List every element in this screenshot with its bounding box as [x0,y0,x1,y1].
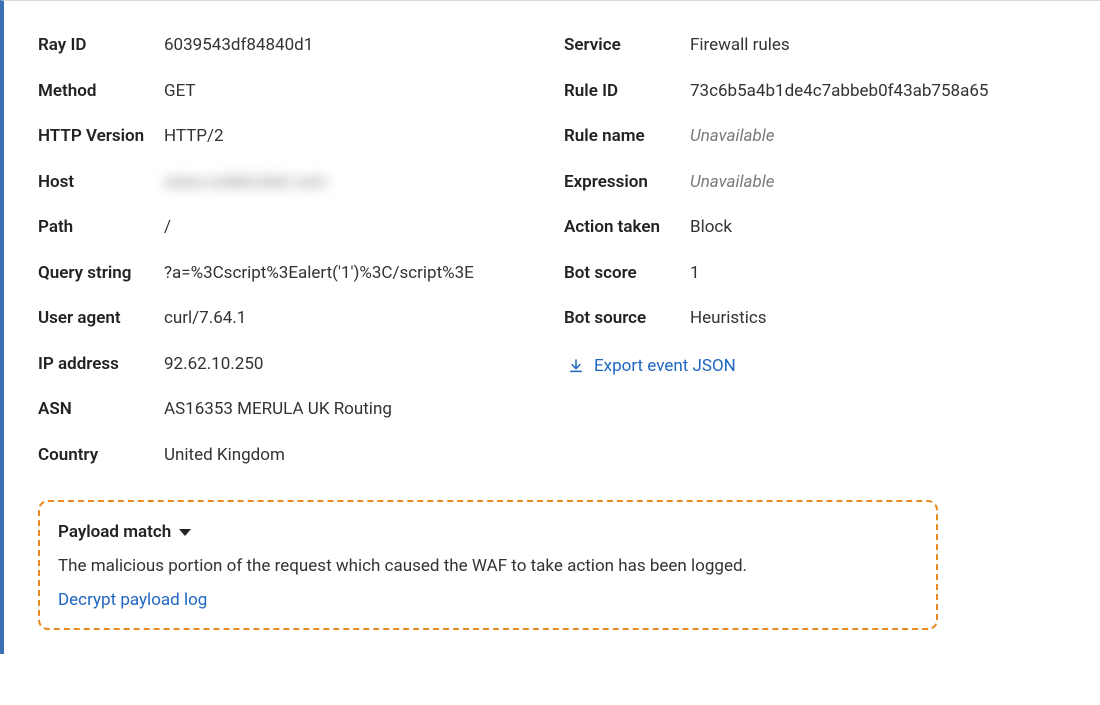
row-rule-id: Rule ID 73c6b5a4b1de4c7abbeb0f43ab758a65 [564,69,1066,115]
label-country: Country [38,443,164,469]
row-path: Path / [38,205,540,251]
value-user-agent: curl/7.64.1 [164,306,540,332]
row-query-string: Query string ?a=%3Cscript%3Ealert('1')%3… [38,251,540,297]
label-action-taken: Action taken [564,215,690,241]
label-host: Host [38,170,164,196]
row-service: Service Firewall rules [564,23,1066,69]
value-query-string: ?a=%3Cscript%3Ealert('1')%3C/script%3E [164,261,540,287]
payload-match-description: The malicious portion of the request whi… [58,548,918,590]
value-country: United Kingdom [164,443,540,469]
row-expression: Expression Unavailable [564,160,1066,206]
value-service: Firewall rules [690,33,1066,59]
value-ray-id: 6039543df84840d1 [164,33,540,59]
row-ip-address: IP address 92.62.10.250 [38,342,540,388]
label-rule-id: Rule ID [564,79,690,105]
value-rule-name: Unavailable [690,124,1066,150]
payload-match-panel: Payload match The malicious portion of t… [38,500,938,630]
value-method: GET [164,79,540,105]
label-expression: Expression [564,170,690,196]
value-bot-score: 1 [690,261,1066,287]
value-http-version: HTTP/2 [164,124,540,150]
row-action-taken: Action taken Block [564,205,1066,251]
row-method: Method GET [38,69,540,115]
right-column: Service Firewall rules Rule ID 73c6b5a4b… [564,23,1066,478]
label-ip-address: IP address [38,352,164,378]
row-ray-id: Ray ID 6039543df84840d1 [38,23,540,69]
value-ip-address: 92.62.10.250 [164,352,540,378]
row-http-version: HTTP Version HTTP/2 [38,114,540,160]
value-rule-id: 73c6b5a4b1de4c7abbeb0f43ab758a65 [690,79,1066,105]
label-path: Path [38,215,164,241]
row-asn: ASN AS16353 MERULA UK Routing [38,387,540,433]
label-bot-source: Bot source [564,306,690,332]
row-user-agent: User agent curl/7.64.1 [38,296,540,342]
label-asn: ASN [38,397,164,423]
event-detail-card: Ray ID 6039543df84840d1 Method GET HTTP … [0,0,1100,654]
label-method: Method [38,79,164,105]
row-bot-score: Bot score 1 [564,251,1066,297]
payload-match-toggle[interactable]: Payload match [58,516,191,548]
export-event-json-link[interactable]: Export event JSON [568,356,736,376]
label-bot-score: Bot score [564,261,690,287]
chevron-down-icon [179,529,191,536]
label-ray-id: Ray ID [38,33,164,59]
export-event-json-label: Export event JSON [594,356,736,376]
value-path: / [164,215,540,241]
value-action-taken: Block [690,215,1066,241]
label-http-version: HTTP Version [38,124,164,150]
decrypt-payload-log-label: Decrypt payload log [58,590,207,610]
row-rule-name: Rule name Unavailable [564,114,1066,160]
row-host: Host www.codelocket.com [38,160,540,206]
left-column: Ray ID 6039543df84840d1 Method GET HTTP … [38,23,540,478]
row-country: Country United Kingdom [38,433,540,479]
label-rule-name: Rule name [564,124,690,150]
value-bot-source: Heuristics [690,306,1066,332]
row-bot-source: Bot source Heuristics [564,296,1066,342]
label-service: Service [564,33,690,59]
value-host: www.codelocket.com [164,170,540,196]
decrypt-payload-log-link[interactable]: Decrypt payload log [58,590,918,610]
download-icon [568,358,584,374]
detail-columns: Ray ID 6039543df84840d1 Method GET HTTP … [38,23,1066,478]
label-query-string: Query string [38,261,164,287]
value-expression: Unavailable [690,170,1066,196]
value-asn: AS16353 MERULA UK Routing [164,397,540,423]
payload-match-heading: Payload match [58,522,171,542]
label-user-agent: User agent [38,306,164,332]
